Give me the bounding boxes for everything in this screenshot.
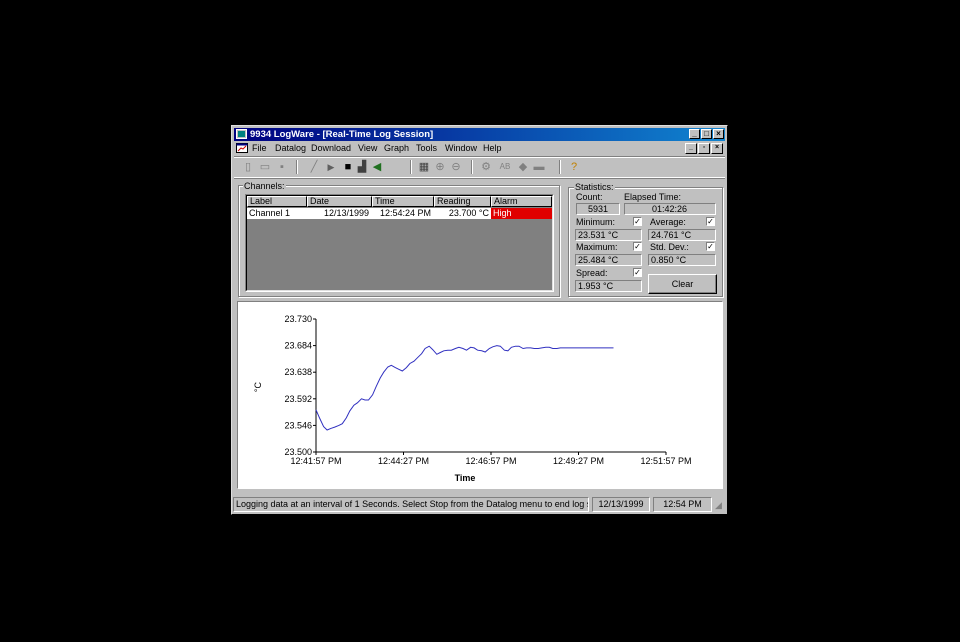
count-label: Count:	[576, 192, 603, 202]
y-tick-label: 23.730	[284, 314, 312, 324]
average-label: Average:	[650, 217, 686, 227]
y-tick-label: 23.684	[284, 341, 312, 351]
column-header-date[interactable]: Date	[307, 196, 372, 207]
close-button[interactable]: ×	[713, 129, 724, 139]
column-header-alarm[interactable]: Alarm	[491, 196, 552, 207]
menu-view[interactable]: View	[358, 142, 377, 155]
menu-graph[interactable]: Graph	[384, 142, 409, 155]
y-tick-label: 23.592	[284, 394, 312, 404]
y-tick-label: 23.546	[284, 420, 312, 430]
mdi-controls: _ ▫ ×	[684, 143, 723, 156]
pen-icon[interactable]: ╱	[308, 161, 320, 173]
y-axis-label: °C	[253, 381, 263, 392]
minimize-button[interactable]: _	[689, 129, 700, 139]
menu-window[interactable]: Window	[445, 142, 477, 155]
cell-channel-label[interactable]: Channel 1	[247, 208, 307, 219]
maximum-checkbox[interactable]: ✓	[633, 242, 642, 251]
zoom-in-icon[interactable]: ⊕	[434, 161, 446, 173]
x-tick-label: 12:49:27 PM	[553, 456, 604, 466]
maximize-button[interactable]: □	[701, 129, 712, 139]
minimum-value: 23.531 °C	[575, 229, 642, 241]
meter-icon[interactable]: ▟	[356, 161, 368, 173]
column-header-reading[interactable]: Reading	[434, 196, 491, 207]
menu-bar: File Datalog Download View Graph Tools W…	[234, 142, 725, 155]
series-line	[315, 345, 614, 431]
spread-label: Spread:	[576, 268, 608, 278]
spread-value: 1.953 °C	[575, 280, 642, 292]
mdi-close-button[interactable]: ×	[711, 143, 723, 154]
mdi-restore-button[interactable]: ▫	[698, 143, 710, 154]
open-icon[interactable]: ▭	[259, 161, 271, 173]
stddev-value: 0.850 °C	[648, 254, 716, 266]
zoom-out-icon[interactable]: ⊖	[450, 161, 462, 173]
status-date: 12/13/1999	[592, 497, 650, 512]
toolbar: ▯ ▭ ▪ ╱ ▶ ■ ▟ ◀ ▦ ⊕ ⊖ ⚙ AB ◆ ▬ ?	[234, 156, 725, 178]
tag-icon[interactable]: ◆	[517, 161, 529, 173]
stddev-checkbox[interactable]: ✓	[706, 242, 715, 251]
stddev-label: Std. Dev.:	[650, 242, 689, 252]
x-tick-label: 12:51:57 PM	[640, 456, 691, 466]
play-icon[interactable]: ▶	[325, 161, 337, 173]
graph-panel: 23.730 23.684 23.638 23.592 23.546 23.500 12:…	[237, 301, 723, 489]
x-tick-label: 12:41:57 PM	[290, 456, 341, 466]
count-value: 5931	[576, 203, 620, 215]
average-value: 24.761 °C	[648, 229, 716, 241]
maximum-label: Maximum:	[576, 242, 618, 252]
cell-time[interactable]: 12:54:24 PM	[372, 208, 434, 219]
save-icon[interactable]: ▪	[276, 161, 288, 173]
column-header-label[interactable]: Label	[247, 196, 307, 207]
clear-button[interactable]: Clear	[648, 274, 717, 294]
y-tick-label: 23.638	[284, 367, 312, 377]
speaker-icon[interactable]: ◀	[371, 161, 383, 173]
elapsed-label: Elapsed Time:	[624, 192, 682, 202]
graph-icon[interactable]: ▦	[418, 161, 430, 173]
temperature-chart: 23.73023.68423.63823.59223.54623.500 12:…	[253, 314, 692, 483]
document-icon[interactable]	[236, 143, 248, 153]
status-bar: Logging data at an interval of 1 Seconds…	[233, 496, 726, 513]
x-tick-label: 12:44:27 PM	[378, 456, 429, 466]
menu-file[interactable]: File	[252, 142, 267, 155]
minimum-label: Minimum:	[576, 217, 616, 227]
window-title: 9934 LogWare - [Real-Time Log Session]	[250, 129, 434, 140]
elapsed-value: 01:42:26	[624, 203, 716, 215]
gear-icon[interactable]: ⚙	[480, 161, 492, 173]
channels-label: Channels:	[243, 181, 286, 191]
menu-datalog[interactable]: Datalog	[275, 142, 306, 155]
column-header-time[interactable]: Time	[372, 196, 434, 207]
menu-tools[interactable]: Tools	[416, 142, 437, 155]
new-icon[interactable]: ▯	[242, 161, 254, 173]
cell-alarm[interactable]: High	[491, 208, 552, 219]
statistics-label: Statistics:	[574, 182, 615, 192]
menu-download[interactable]: Download	[311, 142, 351, 155]
average-checkbox[interactable]: ✓	[706, 217, 715, 226]
title-bar[interactable]: 9934 LogWare - [Real-Time Log Session] _…	[234, 128, 725, 141]
cell-date[interactable]: 12/13/1999	[307, 208, 372, 219]
status-time: 12:54 PM	[653, 497, 712, 512]
eraser-icon[interactable]: ▬	[533, 161, 545, 173]
mdi-minimize-button[interactable]: _	[685, 143, 697, 154]
toolbar-separator	[296, 160, 298, 174]
status-message: Logging data at an interval of 1 Seconds…	[233, 497, 589, 512]
toolbar-separator	[559, 160, 561, 174]
menu-help[interactable]: Help	[483, 142, 502, 155]
help-icon[interactable]: ?	[568, 161, 580, 173]
x-axis-label: Time	[455, 473, 476, 483]
ab-icon[interactable]: AB	[497, 161, 513, 173]
minimum-checkbox[interactable]: ✓	[633, 217, 642, 226]
maximum-value: 25.484 °C	[575, 254, 642, 266]
cell-reading[interactable]: 23.700 °C	[434, 208, 491, 219]
x-tick-label: 12:46:57 PM	[465, 456, 516, 466]
toolbar-separator	[410, 160, 412, 174]
toolbar-separator	[471, 160, 473, 174]
stop-icon[interactable]: ■	[342, 161, 354, 173]
channels-table: Label Date Time Reading Alarm Channel 1 …	[245, 194, 554, 292]
spread-checkbox[interactable]: ✓	[633, 268, 642, 277]
app-icon[interactable]	[236, 129, 247, 139]
resize-grip-icon[interactable]: ◢	[715, 500, 725, 510]
